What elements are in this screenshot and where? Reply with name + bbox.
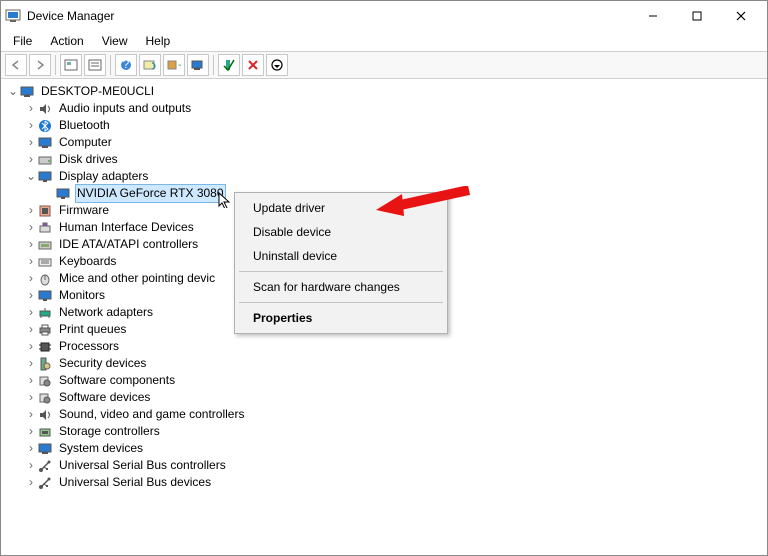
toolbar-scan[interactable] xyxy=(139,54,161,76)
computer-icon xyxy=(37,135,53,151)
window-title: Device Manager xyxy=(27,9,631,23)
minimize-button[interactable] xyxy=(631,2,675,30)
context-disable-device[interactable]: Disable device xyxy=(237,220,445,244)
collapse-icon[interactable]: ⌄ xyxy=(7,86,19,98)
expand-icon[interactable]: › xyxy=(25,120,37,132)
display-icon xyxy=(37,169,53,185)
node-bluetooth[interactable]: ›Bluetooth xyxy=(25,117,763,134)
toolbar-disable[interactable] xyxy=(266,54,288,76)
node-usbdev[interactable]: ›Universal Serial Bus devices xyxy=(25,474,763,491)
expand-icon[interactable]: › xyxy=(25,273,37,285)
separator xyxy=(239,271,443,272)
tree-root[interactable]: ⌄ DESKTOP-ME0UCLI xyxy=(7,83,763,100)
menu-file[interactable]: File xyxy=(5,33,40,49)
expand-icon[interactable]: › xyxy=(25,103,37,115)
toolbar-add-legacy[interactable]: + xyxy=(163,54,185,76)
separator xyxy=(239,302,443,303)
expand-icon[interactable]: › xyxy=(25,154,37,166)
expand-icon[interactable]: › xyxy=(25,477,37,489)
software-icon xyxy=(37,373,53,389)
menu-view[interactable]: View xyxy=(94,33,136,49)
usb-icon xyxy=(37,458,53,474)
node-sound[interactable]: ›Sound, video and game controllers xyxy=(25,406,763,423)
cpu-icon xyxy=(37,339,53,355)
expand-icon[interactable]: › xyxy=(25,375,37,387)
expand-icon[interactable]: › xyxy=(25,460,37,472)
toolbar-show-hidden[interactable] xyxy=(60,54,82,76)
node-usbctrl[interactable]: ›Universal Serial Bus controllers xyxy=(25,457,763,474)
toolbar-forward[interactable] xyxy=(29,54,51,76)
toolbar-help[interactable]: ? xyxy=(115,54,137,76)
expand-icon[interactable]: › xyxy=(25,392,37,404)
security-icon xyxy=(37,356,53,372)
usb-icon xyxy=(37,475,53,491)
app-icon xyxy=(5,8,21,24)
system-icon xyxy=(37,441,53,457)
expand-icon[interactable]: › xyxy=(25,358,37,370)
maximize-button[interactable] xyxy=(675,2,719,30)
menu-action[interactable]: Action xyxy=(42,33,91,49)
node-system[interactable]: ›System devices xyxy=(25,440,763,457)
context-properties[interactable]: Properties xyxy=(237,306,445,330)
context-menu: Update driver Disable device Uninstall d… xyxy=(234,192,448,334)
node-audio[interactable]: ›Audio inputs and outputs xyxy=(25,100,763,117)
node-disk[interactable]: ›Disk drives xyxy=(25,151,763,168)
expand-icon[interactable]: › xyxy=(25,290,37,302)
expand-icon[interactable]: › xyxy=(25,222,37,234)
context-update-driver[interactable]: Update driver xyxy=(237,196,445,220)
svg-text:?: ? xyxy=(123,59,130,71)
context-scan-hardware[interactable]: Scan for hardware changes xyxy=(237,275,445,299)
printer-icon xyxy=(37,322,53,338)
expand-icon[interactable]: › xyxy=(25,256,37,268)
node-gpu-label: NVIDIA GeForce RTX 3080 xyxy=(75,184,226,203)
node-storage[interactable]: ›Storage controllers xyxy=(25,423,763,440)
expand-icon[interactable]: › xyxy=(25,409,37,421)
hid-icon xyxy=(37,220,53,236)
context-uninstall-device[interactable]: Uninstall device xyxy=(237,244,445,268)
software-icon xyxy=(37,390,53,406)
node-computer[interactable]: ›Computer xyxy=(25,134,763,151)
svg-text:+: + xyxy=(178,59,181,71)
node-display[interactable]: ⌄Display adapters xyxy=(25,168,763,185)
toolbar-back[interactable] xyxy=(5,54,27,76)
title-bar: Device Manager xyxy=(1,1,767,31)
firmware-icon xyxy=(37,203,53,219)
expand-icon[interactable]: › xyxy=(25,137,37,149)
toolbar: ? + xyxy=(1,51,767,79)
node-swcomp[interactable]: ›Software components xyxy=(25,372,763,389)
expand-icon[interactable]: › xyxy=(25,426,37,438)
bluetooth-icon xyxy=(37,118,53,134)
audio-icon xyxy=(37,101,53,117)
expand-icon[interactable]: › xyxy=(25,307,37,319)
toolbar-uninstall[interactable] xyxy=(242,54,264,76)
toolbar-enable[interactable] xyxy=(218,54,240,76)
network-icon xyxy=(37,305,53,321)
expand-icon[interactable]: › xyxy=(25,205,37,217)
node-processors[interactable]: ›Processors xyxy=(25,338,763,355)
expand-icon[interactable]: › xyxy=(25,324,37,336)
disk-icon xyxy=(37,152,53,168)
mouse-icon xyxy=(37,271,53,287)
audio-icon xyxy=(37,407,53,423)
menu-bar: File Action View Help xyxy=(1,31,767,51)
toolbar-update-driver[interactable] xyxy=(187,54,209,76)
ide-icon xyxy=(37,237,53,253)
expand-icon[interactable]: › xyxy=(25,443,37,455)
monitor-icon xyxy=(37,288,53,304)
tree-root-label: DESKTOP-ME0UCLI xyxy=(39,83,156,100)
close-button[interactable] xyxy=(719,2,763,30)
computer-icon xyxy=(19,84,35,100)
storage-icon xyxy=(37,424,53,440)
display-icon xyxy=(55,186,71,202)
menu-help[interactable]: Help xyxy=(138,33,179,49)
node-swdev[interactable]: ›Software devices xyxy=(25,389,763,406)
toolbar-properties[interactable] xyxy=(84,54,106,76)
node-security[interactable]: ›Security devices xyxy=(25,355,763,372)
expand-icon[interactable]: › xyxy=(25,341,37,353)
keyboard-icon xyxy=(37,254,53,270)
expand-icon[interactable]: › xyxy=(25,239,37,251)
collapse-icon[interactable]: ⌄ xyxy=(25,171,37,183)
